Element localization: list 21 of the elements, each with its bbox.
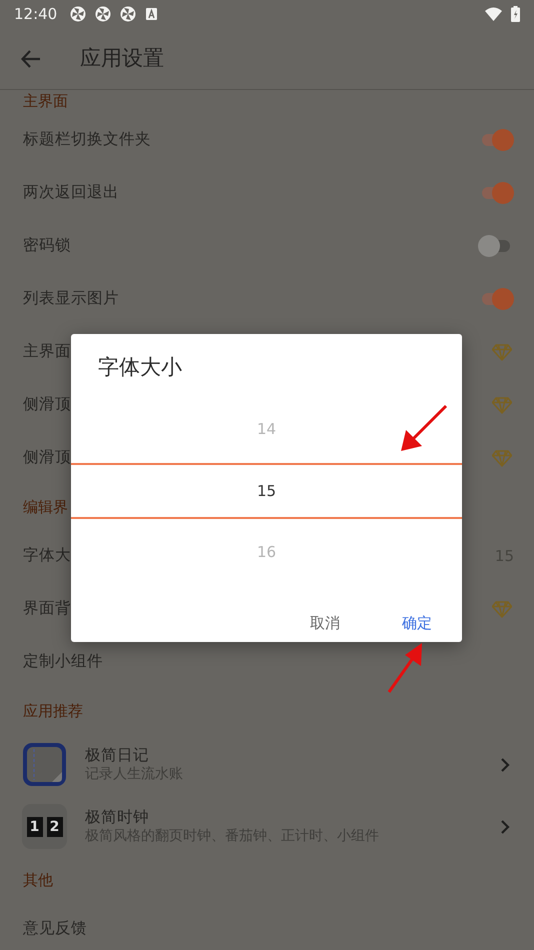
setting-label: 定制小组件	[23, 651, 103, 672]
setting-label: 主界面	[23, 341, 71, 362]
section-header: 主界面	[23, 94, 68, 110]
status-time: 12:40	[14, 4, 58, 25]
setting-label: 列表显示图片	[23, 288, 119, 310]
setting-label: 侧滑顶	[23, 447, 71, 468]
section-header: 其他	[23, 870, 53, 891]
app-title: 极简时钟	[85, 807, 150, 828]
dialog-title: 字体大小	[97, 354, 183, 381]
setting-label: 两次返回退出	[23, 182, 119, 204]
setting-label: 界面背	[23, 598, 71, 620]
app-title: 极简日记	[85, 745, 150, 766]
setting-label: 标题栏切换文件夹	[23, 129, 151, 150]
setting-label: 意见反馈	[23, 918, 87, 940]
toolbar-title: 应用设置	[80, 44, 164, 72]
setting-label: 侧滑顶	[23, 394, 71, 416]
clock-digit: 1	[26, 816, 42, 836]
setting-label: 密码锁	[23, 235, 71, 256]
section-header: 应用推荐	[23, 700, 83, 722]
section-header: 编辑界	[23, 496, 68, 518]
clock-digit: 2	[46, 816, 62, 836]
